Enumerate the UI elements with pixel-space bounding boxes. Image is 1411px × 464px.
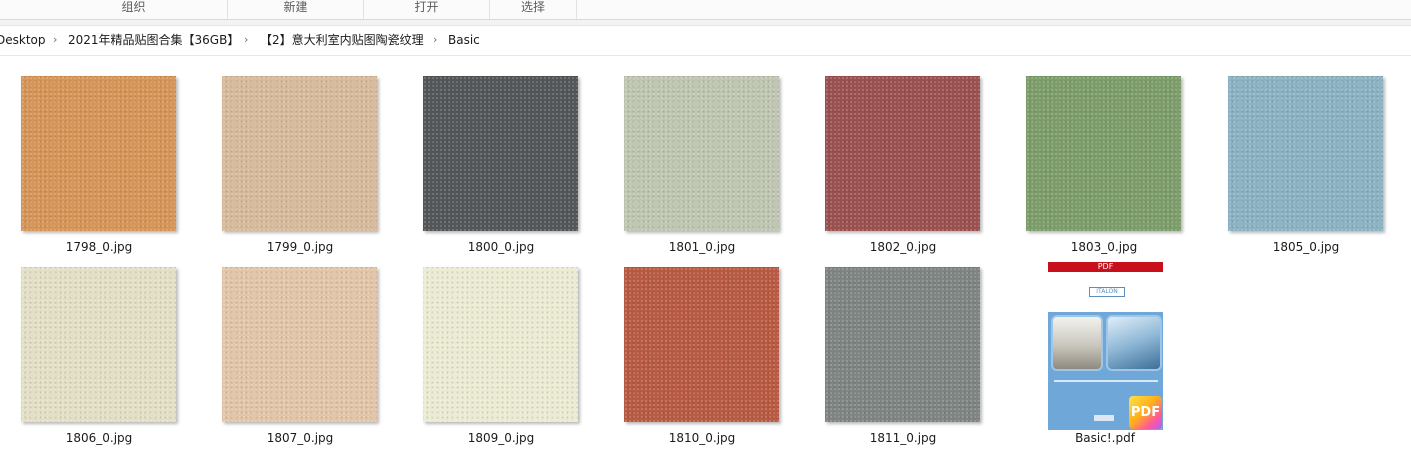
image-thumbnail — [624, 76, 779, 231]
image-thumbnail — [21, 267, 176, 422]
file-item[interactable]: 1798_0.jpg — [14, 76, 184, 261]
image-thumbnail — [1026, 76, 1181, 231]
image-thumbnail — [222, 267, 377, 422]
breadcrumb-item-basic[interactable]: Basic — [448, 32, 480, 48]
chevron-right-icon[interactable]: › — [53, 32, 57, 48]
chevron-right-icon[interactable]: › — [433, 32, 437, 48]
pdf-cover: PDF — [1048, 312, 1163, 430]
pdf-thumbnail[interactable]: PDF ITALON PDF — [1047, 262, 1163, 430]
file-item[interactable]: 1803_0.jpg — [1019, 76, 1189, 261]
file-name: 1806_0.jpg — [65, 431, 133, 445]
file-name: 1800_0.jpg — [467, 240, 535, 254]
file-item[interactable]: 1806_0.jpg — [14, 267, 184, 452]
breadcrumb-item-desktop[interactable]: Desktop — [0, 32, 46, 48]
file-item[interactable]: 1811_0.jpg — [818, 267, 988, 452]
cover-tag — [1094, 415, 1114, 421]
file-name: 1807_0.jpg — [266, 431, 334, 445]
ribbon-group-open[interactable]: 打开 — [364, 0, 490, 19]
ribbon-group-select[interactable]: 选择 — [490, 0, 577, 19]
file-item[interactable]: 1805_0.jpg — [1221, 76, 1391, 261]
file-name[interactable]: Basic!.pdf — [1020, 430, 1190, 446]
image-thumbnail — [825, 267, 980, 422]
cover-photo-interior — [1051, 315, 1103, 371]
image-thumbnail — [1228, 76, 1383, 231]
file-item[interactable]: 1807_0.jpg — [215, 267, 385, 452]
chevron-right-icon[interactable]: › — [244, 32, 248, 48]
ribbon-group-organize[interactable]: 组织 — [40, 0, 228, 19]
image-thumbnail — [624, 267, 779, 422]
file-name: 1805_0.jpg — [1272, 240, 1340, 254]
cover-photo-building — [1106, 315, 1162, 371]
pdf-banner: PDF — [1048, 262, 1163, 272]
file-item[interactable]: 1799_0.jpg — [215, 76, 385, 261]
ribbon: 组织 新建 打开 选择 — [0, 0, 1411, 20]
file-item[interactable]: 1810_0.jpg — [617, 267, 787, 452]
ribbon-group-new[interactable]: 新建 — [228, 0, 364, 19]
image-thumbnail — [423, 76, 578, 231]
image-thumbnail — [222, 76, 377, 231]
file-name: 1798_0.jpg — [65, 240, 133, 254]
file-item[interactable]: 1809_0.jpg — [416, 267, 586, 452]
file-name: 1802_0.jpg — [869, 240, 937, 254]
file-name: 1810_0.jpg — [668, 431, 736, 445]
image-thumbnail — [825, 76, 980, 231]
pdf-file-icon: PDF — [1129, 396, 1162, 429]
image-thumbnail — [423, 267, 578, 422]
file-name: 1811_0.jpg — [869, 431, 937, 445]
file-name: 1809_0.jpg — [467, 431, 535, 445]
cover-divider — [1054, 380, 1158, 382]
file-item[interactable]: 1801_0.jpg — [617, 76, 787, 261]
breadcrumb[interactable]: Desktop › 2021年精品贴图合集【36GB】 › 【2】意大利室内贴图… — [0, 26, 1411, 56]
file-item[interactable]: 1802_0.jpg — [818, 76, 988, 261]
breadcrumb-item-collection[interactable]: 2021年精品贴图合集【36GB】 — [68, 32, 239, 48]
file-name: 1799_0.jpg — [266, 240, 334, 254]
file-item[interactable]: 1800_0.jpg — [416, 76, 586, 261]
breadcrumb-item-italian-ceramic[interactable]: 【2】意大利室内贴图陶瓷纹理 — [260, 32, 424, 48]
image-thumbnail — [21, 76, 176, 231]
file-name: 1801_0.jpg — [668, 240, 736, 254]
brand-logo: ITALON — [1089, 287, 1125, 297]
file-name: 1803_0.jpg — [1070, 240, 1138, 254]
